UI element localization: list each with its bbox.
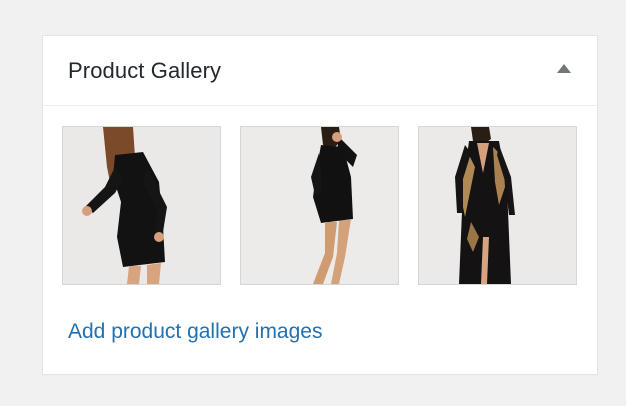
- gallery-image: [63, 127, 220, 284]
- gallery-image-thumbnail[interactable]: [418, 126, 577, 285]
- gallery-image-thumbnail[interactable]: [62, 126, 221, 285]
- triangle-up-icon: [557, 64, 571, 73]
- gallery-image: [419, 127, 576, 284]
- collapse-toggle-button[interactable]: [549, 54, 579, 84]
- add-gallery-images-link[interactable]: Add product gallery images: [68, 320, 322, 344]
- metabox-header: Product Gallery: [43, 36, 597, 106]
- gallery-image: [241, 127, 398, 284]
- product-gallery-metabox: Product Gallery Add product gallery imag…: [42, 35, 598, 375]
- gallery-image-thumbnail[interactable]: [240, 126, 399, 285]
- metabox-title: Product Gallery: [68, 58, 222, 83]
